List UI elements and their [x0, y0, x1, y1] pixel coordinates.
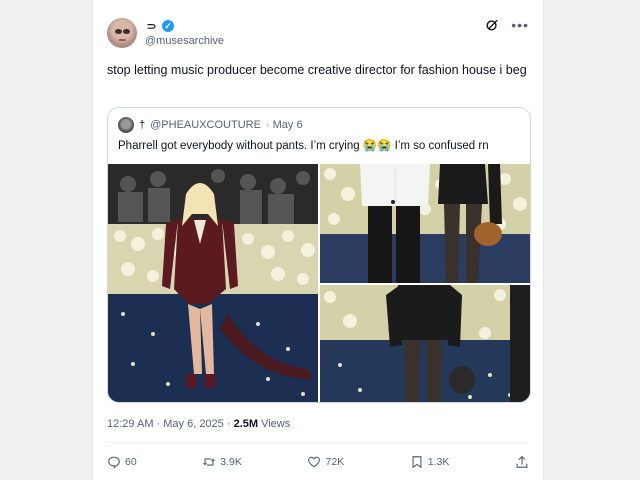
- bookmark-button[interactable]: 1.3K: [410, 455, 450, 469]
- avatar[interactable]: [107, 18, 137, 48]
- media-grid: [108, 164, 530, 402]
- like-count: 72K: [325, 456, 345, 468]
- share-icon: [516, 455, 528, 468]
- like-icon: [308, 456, 321, 468]
- divider: [107, 442, 529, 443]
- views-label: Views: [258, 418, 291, 430]
- like-button[interactable]: 72K: [307, 455, 344, 469]
- verified-icon: ✓: [162, 20, 175, 32]
- bookmark-count: 1.3K: [427, 456, 450, 468]
- quote-display-name[interactable]: †: [139, 119, 145, 131]
- grok-icon[interactable]: [485, 18, 499, 32]
- quote-date: · May 6: [265, 119, 303, 131]
- post-header: ⸧ ✓ @musesarchive •••: [107, 18, 529, 52]
- quote-avatar[interactable]: [118, 117, 134, 133]
- photo-left[interactable]: [108, 164, 318, 402]
- reply-icon: [108, 456, 120, 469]
- repost-icon: [203, 458, 216, 466]
- repost-button[interactable]: 3.9K: [202, 455, 242, 469]
- author-handle[interactable]: @musesarchive: [145, 35, 224, 47]
- post-timestamp[interactable]: 12:29 AM · May 6, 2025 · 2.5M Views: [107, 418, 290, 430]
- share-button[interactable]: [515, 455, 529, 469]
- repost-count: 3.9K: [220, 456, 242, 468]
- display-name-row[interactable]: ⸧ ✓: [145, 17, 175, 35]
- views-count: 2.5M: [233, 418, 259, 430]
- reply-count: 60: [125, 456, 137, 468]
- quote-text: Pharrell got everybody without pants. I’…: [118, 140, 489, 152]
- more-icon[interactable]: •••: [511, 18, 529, 32]
- photo-bottom-right[interactable]: [320, 285, 530, 402]
- reply-button[interactable]: 60: [107, 455, 137, 469]
- photo-top-right[interactable]: [320, 164, 530, 283]
- display-name[interactable]: ⸧: [145, 17, 158, 35]
- bookmark-icon: [412, 456, 422, 469]
- quote-handle[interactable]: @PHEAUXCOUTURE: [150, 119, 261, 131]
- quoted-post[interactable]: † @PHEAUXCOUTURE · May 6 Pharrell got ev…: [107, 107, 531, 403]
- post-text: stop letting music producer become creat…: [107, 63, 527, 77]
- timestamp-text[interactable]: 12:29 AM · May 6, 2025 ·: [107, 418, 234, 430]
- action-bar: 60 3.9K 72K 1.3K: [107, 452, 529, 472]
- post-card: ⸧ ✓ @musesarchive ••• stop letting music…: [92, 0, 544, 480]
